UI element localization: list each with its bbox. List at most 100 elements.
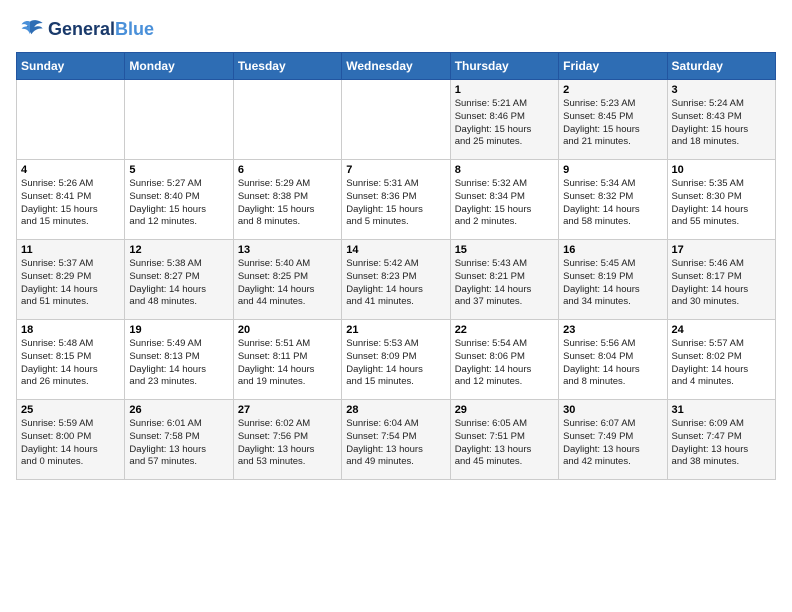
calendar-cell: 16Sunrise: 5:45 AM Sunset: 8:19 PM Dayli… [559, 240, 667, 320]
day-number: 23 [563, 324, 662, 336]
day-info: Sunrise: 5:54 AM Sunset: 8:06 PM Dayligh… [455, 338, 554, 389]
calendar-week-2: 4Sunrise: 5:26 AM Sunset: 8:41 PM Daylig… [17, 160, 776, 240]
calendar-cell [125, 80, 233, 160]
day-info: Sunrise: 5:29 AM Sunset: 8:38 PM Dayligh… [238, 178, 337, 229]
day-number: 18 [21, 324, 120, 336]
calendar-cell: 31Sunrise: 6:09 AM Sunset: 7:47 PM Dayli… [667, 400, 775, 480]
day-info: Sunrise: 5:27 AM Sunset: 8:40 PM Dayligh… [129, 178, 228, 229]
day-number: 22 [455, 324, 554, 336]
day-number: 20 [238, 324, 337, 336]
calendar-cell: 10 Sunrise: 5:35 AM Sunset: 8:30 PM Dayli… [667, 160, 775, 240]
calendar-cell: 21 Sunrise: 5:53 AM Sunset: 8:09 PM Dayli… [342, 320, 450, 400]
calendar-cell [342, 80, 450, 160]
logo-text: GeneralBlue [48, 20, 154, 40]
calendar-cell: 8Sunrise: 5:32 AM Sunset: 8:34 PM Daylig… [450, 160, 558, 240]
calendar-cell: 4Sunrise: 5:26 AM Sunset: 8:41 PM Daylig… [17, 160, 125, 240]
day-number: 1 [455, 84, 554, 96]
calendar-cell: 28 Sunrise: 6:04 AM Sunset: 7:54 PM Dayli… [342, 400, 450, 480]
calendar-cell [233, 80, 341, 160]
logo: GeneralBlue [16, 16, 154, 44]
day-number: 25 [21, 404, 120, 416]
day-number: 11 [21, 244, 120, 256]
calendar-week-3: 11 Sunrise: 5:37 AM Sunset: 8:29 PM Dayli… [17, 240, 776, 320]
weekday-header-wednesday: Wednesday [342, 53, 450, 80]
calendar-cell: 6 Sunrise: 5:29 AM Sunset: 8:38 PM Daylig… [233, 160, 341, 240]
calendar-cell: 11 Sunrise: 5:37 AM Sunset: 8:29 PM Dayli… [17, 240, 125, 320]
calendar-cell: 1 Sunrise: 5:21 AM Sunset: 8:46 PM Daylig… [450, 80, 558, 160]
calendar-cell: 15 Sunrise: 5:43 AM Sunset: 8:21 PM Dayli… [450, 240, 558, 320]
day-number: 29 [455, 404, 554, 416]
calendar-cell: 2 Sunrise: 5:23 AM Sunset: 8:45 PM Daylig… [559, 80, 667, 160]
day-number: 27 [238, 404, 337, 416]
day-info: Sunrise: 5:45 AM Sunset: 8:19 PM Dayligh… [563, 258, 662, 309]
day-number: 30 [563, 404, 662, 416]
day-info: Sunrise: 6:04 AM Sunset: 7:54 PM Dayligh… [346, 418, 445, 469]
weekday-header-row: SundayMondayTuesdayWednesdayThursdayFrid… [17, 53, 776, 80]
day-info: Sunrise: 5:46 AM Sunset: 8:17 PM Dayligh… [672, 258, 771, 309]
calendar-week-1: 1 Sunrise: 5:21 AM Sunset: 8:46 PM Daylig… [17, 80, 776, 160]
calendar-cell: 17Sunrise: 5:46 AM Sunset: 8:17 PM Dayli… [667, 240, 775, 320]
calendar-cell: 5 Sunrise: 5:27 AM Sunset: 8:40 PM Daylig… [125, 160, 233, 240]
page-header: GeneralBlue [16, 16, 776, 44]
calendar-cell: 7Sunrise: 5:31 AM Sunset: 8:36 PM Daylig… [342, 160, 450, 240]
calendar-cell: 24 Sunrise: 5:57 AM Sunset: 8:02 PM Dayli… [667, 320, 775, 400]
calendar-cell: 9 Sunrise: 5:34 AM Sunset: 8:32 PM Daylig… [559, 160, 667, 240]
day-info: Sunrise: 5:57 AM Sunset: 8:02 PM Dayligh… [672, 338, 771, 389]
day-info: Sunrise: 5:23 AM Sunset: 8:45 PM Dayligh… [563, 98, 662, 149]
weekday-header-saturday: Saturday [667, 53, 775, 80]
day-info: Sunrise: 6:07 AM Sunset: 7:49 PM Dayligh… [563, 418, 662, 469]
day-info: Sunrise: 6:05 AM Sunset: 7:51 PM Dayligh… [455, 418, 554, 469]
day-number: 12 [129, 244, 228, 256]
calendar-cell: 22 Sunrise: 5:54 AM Sunset: 8:06 PM Dayli… [450, 320, 558, 400]
calendar-cell: 18Sunrise: 5:48 AM Sunset: 8:15 PM Dayli… [17, 320, 125, 400]
day-number: 15 [455, 244, 554, 256]
day-info: Sunrise: 5:59 AM Sunset: 8:00 PM Dayligh… [21, 418, 120, 469]
day-number: 13 [238, 244, 337, 256]
weekday-header-monday: Monday [125, 53, 233, 80]
day-number: 5 [129, 164, 228, 176]
day-number: 10 [672, 164, 771, 176]
day-number: 28 [346, 404, 445, 416]
calendar-cell: 14 Sunrise: 5:42 AM Sunset: 8:23 PM Dayli… [342, 240, 450, 320]
day-info: Sunrise: 5:35 AM Sunset: 8:30 PM Dayligh… [672, 178, 771, 229]
calendar-cell: 23 Sunrise: 5:56 AM Sunset: 8:04 PM Dayli… [559, 320, 667, 400]
calendar-cell: 12 Sunrise: 5:38 AM Sunset: 8:27 PM Dayli… [125, 240, 233, 320]
calendar-cell: 3 Sunrise: 5:24 AM Sunset: 8:43 PM Daylig… [667, 80, 775, 160]
day-number: 14 [346, 244, 445, 256]
day-number: 21 [346, 324, 445, 336]
day-number: 2 [563, 84, 662, 96]
weekday-header-tuesday: Tuesday [233, 53, 341, 80]
day-number: 4 [21, 164, 120, 176]
day-info: Sunrise: 5:34 AM Sunset: 8:32 PM Dayligh… [563, 178, 662, 229]
day-info: Sunrise: 5:42 AM Sunset: 8:23 PM Dayligh… [346, 258, 445, 309]
day-info: Sunrise: 6:02 AM Sunset: 7:56 PM Dayligh… [238, 418, 337, 469]
day-number: 3 [672, 84, 771, 96]
day-number: 24 [672, 324, 771, 336]
day-info: Sunrise: 5:31 AM Sunset: 8:36 PM Dayligh… [346, 178, 445, 229]
calendar-table: SundayMondayTuesdayWednesdayThursdayFrid… [16, 52, 776, 480]
day-number: 6 [238, 164, 337, 176]
calendar-cell: 29 Sunrise: 6:05 AM Sunset: 7:51 PM Dayli… [450, 400, 558, 480]
day-number: 26 [129, 404, 228, 416]
day-info: Sunrise: 5:37 AM Sunset: 8:29 PM Dayligh… [21, 258, 120, 309]
calendar-week-4: 18Sunrise: 5:48 AM Sunset: 8:15 PM Dayli… [17, 320, 776, 400]
calendar-cell: 19Sunrise: 5:49 AM Sunset: 8:13 PM Dayli… [125, 320, 233, 400]
day-info: Sunrise: 5:51 AM Sunset: 8:11 PM Dayligh… [238, 338, 337, 389]
day-info: Sunrise: 5:21 AM Sunset: 8:46 PM Dayligh… [455, 98, 554, 149]
day-number: 8 [455, 164, 554, 176]
day-info: Sunrise: 5:56 AM Sunset: 8:04 PM Dayligh… [563, 338, 662, 389]
day-info: Sunrise: 5:38 AM Sunset: 8:27 PM Dayligh… [129, 258, 228, 309]
calendar-cell: 20 Sunrise: 5:51 AM Sunset: 8:11 PM Dayli… [233, 320, 341, 400]
day-info: Sunrise: 5:43 AM Sunset: 8:21 PM Dayligh… [455, 258, 554, 309]
day-number: 19 [129, 324, 228, 336]
calendar-cell: 30 Sunrise: 6:07 AM Sunset: 7:49 PM Dayli… [559, 400, 667, 480]
calendar-cell: 13Sunrise: 5:40 AM Sunset: 8:25 PM Dayli… [233, 240, 341, 320]
weekday-header-sunday: Sunday [17, 53, 125, 80]
weekday-header-friday: Friday [559, 53, 667, 80]
calendar-cell [17, 80, 125, 160]
day-info: Sunrise: 6:01 AM Sunset: 7:58 PM Dayligh… [129, 418, 228, 469]
day-info: Sunrise: 5:24 AM Sunset: 8:43 PM Dayligh… [672, 98, 771, 149]
day-info: Sunrise: 5:53 AM Sunset: 8:09 PM Dayligh… [346, 338, 445, 389]
calendar-cell: 27 Sunrise: 6:02 AM Sunset: 7:56 PM Dayli… [233, 400, 341, 480]
day-number: 9 [563, 164, 662, 176]
